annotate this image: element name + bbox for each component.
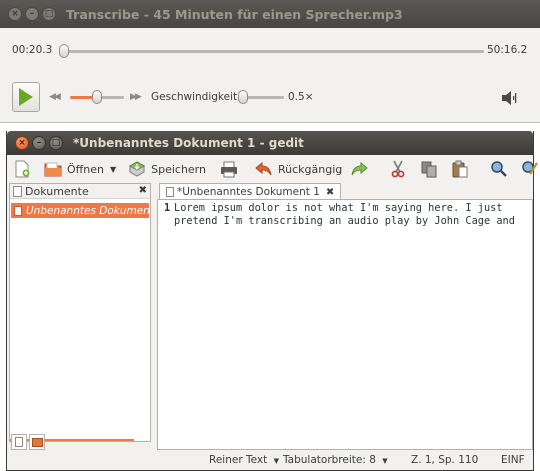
document-icon: [15, 437, 23, 447]
document-icon: [13, 185, 22, 197]
gedit-titlebar: × – □ *Unbenanntes Dokument 1 - gedit: [7, 131, 533, 155]
language-selector[interactable]: Reiner Text ▼: [209, 454, 279, 466]
minimize-icon[interactable]: –: [25, 7, 39, 21]
tab-label: *Unbenanntes Dokument 1: [177, 186, 320, 198]
copy-button[interactable]: [420, 160, 443, 178]
replace-button[interactable]: [521, 160, 540, 178]
transcribe-titlebar: × – □ Transcribe - 45 Minuten für einen …: [0, 0, 540, 28]
cursor-position: Z. 1, Sp. 110: [411, 454, 479, 466]
insert-mode: EINF: [501, 454, 525, 466]
paste-button[interactable]: [451, 160, 474, 178]
paste-icon: [452, 160, 468, 178]
save-label: Speichern: [151, 162, 206, 176]
status-bar: Reiner Text ▼ Tabulatorbreite: 8 ▼ Z. 1,…: [7, 451, 533, 469]
volume-slider-handle[interactable]: [91, 90, 102, 104]
window-title: Transcribe - 45 Minuten für einen Sprech…: [66, 6, 403, 22]
sidebar-tabs: [11, 434, 45, 450]
sidebar-header: Dokumente ✖: [10, 184, 150, 199]
play-icon: [19, 88, 33, 106]
undo-button[interactable]: Rückgängig: [255, 160, 342, 178]
cut-icon: [391, 160, 405, 178]
open-folder-icon: [44, 162, 62, 177]
chevron-down-icon: ▼: [273, 457, 279, 465]
sidebar-title: Dokumente: [25, 184, 89, 198]
undo-icon: [255, 161, 272, 176]
play-button[interactable]: [12, 82, 40, 112]
maximize-icon[interactable]: □: [49, 136, 63, 150]
duration-time: 50:16.2: [487, 44, 528, 56]
undo-label: Rückgängig: [278, 162, 343, 176]
volume-slider-fill: [70, 96, 94, 99]
tab-width-label: Tabulatorbreite: 8: [283, 454, 376, 466]
search-icon: [491, 161, 508, 177]
language-label: Reiner Text: [209, 454, 268, 466]
tab-strip: *Unbenanntes Dokument 1 ✖: [155, 183, 533, 200]
sidebar-tab-filebrowser[interactable]: [29, 434, 45, 450]
speed-slider-handle[interactable]: [238, 90, 248, 104]
new-button[interactable]: [13, 160, 36, 178]
open-button[interactable]: Öffnen ▼: [44, 160, 120, 178]
new-document-icon: [15, 160, 30, 178]
documents-sidebar: Dokumente ✖ Unbenanntes Dokument 1: [9, 183, 151, 442]
close-sidebar-icon[interactable]: ✖: [139, 185, 147, 196]
rewind-icon[interactable]: ◀◀: [49, 92, 61, 102]
minimize-icon[interactable]: –: [32, 136, 46, 150]
save-icon: [129, 161, 146, 177]
speed-label: Geschwindigkeit:: [151, 91, 241, 103]
fast-forward-icon[interactable]: ▶▶: [130, 92, 142, 102]
document-icon: [166, 187, 174, 197]
tab-document[interactable]: *Unbenanntes Dokument 1 ✖: [159, 183, 342, 200]
sidebar-item-document[interactable]: Unbenanntes Dokument 1: [11, 203, 149, 218]
document-icon: [14, 205, 22, 216]
gedit-window: × – □ *Unbenanntes Dokument 1 - gedit Öf…: [6, 131, 539, 471]
copy-icon: [421, 161, 437, 178]
redo-icon: [351, 161, 369, 176]
print-icon: [221, 161, 237, 178]
position-slider[interactable]: [60, 50, 484, 53]
chevron-down-icon: ▼: [382, 457, 388, 465]
position-slider-handle[interactable]: [58, 44, 69, 58]
speed-value: 0.5×: [288, 91, 314, 103]
editor-line: Lorem ipsum dolor is not what I'm saying…: [174, 202, 503, 214]
controls-row: ◀◀ ▶▶ Geschwindigkeit: 0.5×: [0, 82, 540, 114]
toolbar: Öffnen ▼ Speichern Rückgängig: [7, 155, 539, 183]
tab-width-selector[interactable]: Tabulatorbreite: 8 ▼: [283, 454, 388, 466]
close-icon[interactable]: ×: [15, 136, 29, 150]
redo-button[interactable]: [350, 160, 373, 178]
sidebar-tab-documents[interactable]: [11, 434, 27, 450]
maximize-icon[interactable]: □: [42, 7, 56, 21]
open-label: Öffnen: [67, 162, 104, 176]
search-button[interactable]: [490, 160, 513, 178]
folder-icon: [31, 437, 43, 447]
text-editor[interactable]: 1 Lorem ipsum dolor is not what I'm sayi…: [157, 199, 533, 450]
editor-line: pretend I'm transcribing an audio play b…: [174, 215, 515, 227]
speaker-icon[interactable]: [501, 90, 517, 106]
transcribe-window: × – □ Transcribe - 45 Minuten für einen …: [0, 0, 540, 123]
line-number: 1: [164, 202, 171, 214]
window-controls: × – □: [8, 7, 56, 21]
window-title: *Unbenanntes Dokument 1 - gedit: [73, 136, 304, 150]
sidebar-item-label: Unbenanntes Dokument 1: [26, 204, 149, 217]
chevron-down-icon[interactable]: ▼: [110, 165, 116, 174]
close-icon[interactable]: ×: [8, 7, 22, 21]
replace-icon: [522, 161, 539, 175]
close-tab-icon[interactable]: ✖: [326, 187, 334, 198]
save-button[interactable]: Speichern: [128, 160, 206, 178]
print-button[interactable]: [220, 160, 243, 178]
window-controls: × – □: [15, 136, 63, 150]
current-time: 00:20.3: [12, 44, 53, 56]
cut-button[interactable]: [389, 160, 412, 178]
position-row: 00:20.3 50:16.2: [0, 40, 540, 62]
